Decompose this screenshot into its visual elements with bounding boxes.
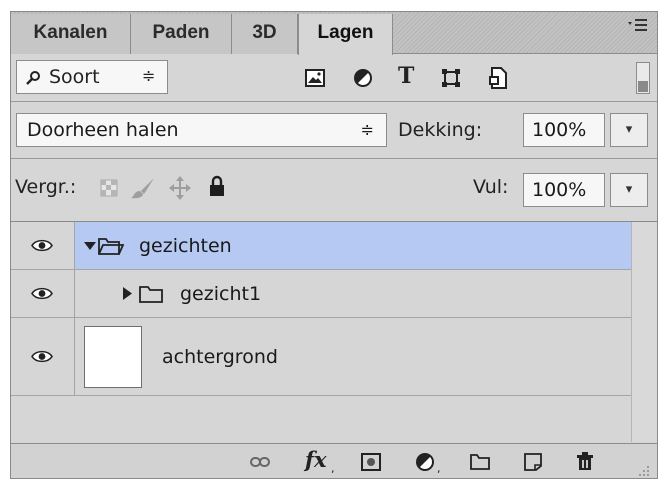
layer-name: gezichten — [139, 235, 232, 257]
type-filter-icon[interactable]: T — [398, 63, 414, 89]
link-layers-icon[interactable] — [250, 456, 270, 468]
layer-content: achtergrond — [75, 318, 631, 395]
adjustment-dropdown-dot: , — [437, 462, 441, 475]
blend-mode-value: Doorheen halen — [27, 119, 179, 141]
eye-icon — [31, 239, 53, 252]
collapsed-triangle-icon[interactable] — [123, 287, 132, 300]
select-arrows-icon: ≑ — [142, 66, 156, 85]
tab-paden[interactable]: Paden — [131, 14, 232, 54]
filter-toggle-switch[interactable] — [636, 62, 650, 94]
layer-name: achtergrond — [162, 346, 278, 368]
fill-dropdown-button[interactable]: ▾ — [610, 173, 648, 207]
visibility-toggle[interactable] — [11, 270, 75, 317]
lock-paint-icon[interactable] — [130, 177, 156, 199]
blend-mode-select[interactable]: Doorheen halen ≑ — [16, 113, 387, 147]
lock-label: Vergr.: — [15, 176, 77, 198]
visibility-toggle[interactable] — [11, 222, 75, 269]
layer-content: gezichten — [75, 222, 631, 269]
layer-name: gezicht1 — [180, 283, 262, 305]
fill-label: Vul: — [473, 176, 509, 198]
blend-row: Doorheen halen ≑ Dekking: 100% ▾ — [11, 102, 657, 159]
resize-grip-icon[interactable] — [639, 466, 649, 476]
filter-kind-label: Soort — [49, 66, 100, 88]
add-mask-icon[interactable] — [361, 453, 381, 471]
layers-scrollbar[interactable] — [631, 222, 657, 442]
lock-transparency-icon[interactable] — [100, 179, 118, 197]
adjustment-filter-icon[interactable] — [353, 68, 373, 88]
layer-row-achtergrond[interactable]: achtergrond — [11, 318, 631, 396]
tab-3d[interactable]: 3D — [232, 14, 298, 54]
new-layer-icon[interactable] — [524, 453, 542, 471]
search-icon — [26, 71, 40, 85]
visibility-toggle[interactable] — [11, 318, 75, 395]
adjustment-layer-icon[interactable] — [415, 452, 435, 472]
layers-panel: Kanalen Paden 3D Lagen Soort ≑ T Doorhee… — [10, 11, 658, 479]
smart-object-filter-icon[interactable] — [488, 67, 508, 89]
opacity-label: Dekking: — [398, 119, 483, 141]
fx-dropdown-dot: , — [331, 462, 335, 475]
filter-row: Soort ≑ T — [11, 54, 657, 102]
fx-icon[interactable]: fx — [305, 447, 327, 472]
panel-tab-bar: Kanalen Paden 3D Lagen — [11, 12, 657, 55]
filter-kind-select[interactable]: Soort ≑ — [16, 60, 168, 94]
lock-all-icon[interactable] — [209, 175, 225, 197]
opacity-dropdown-button[interactable]: ▾ — [610, 113, 648, 147]
lock-position-icon[interactable] — [169, 176, 191, 200]
layer-thumbnail — [84, 326, 142, 388]
layers-list: gezichten gezicht1 achtergrond — [11, 222, 631, 452]
expanded-triangle-icon[interactable] — [84, 242, 96, 251]
image-filter-icon[interactable] — [305, 69, 325, 87]
eye-icon — [31, 350, 53, 363]
open-folder-icon — [98, 238, 124, 255]
eye-icon — [31, 287, 53, 300]
tab-kanalen[interactable]: Kanalen — [11, 14, 131, 54]
shape-filter-icon[interactable] — [441, 68, 461, 88]
tab-lagen[interactable]: Lagen — [298, 14, 393, 55]
opacity-input[interactable]: 100% — [523, 113, 605, 147]
panel-menu-icon[interactable] — [627, 17, 649, 38]
fill-input[interactable]: 100% — [523, 173, 605, 207]
layers-bottom-bar: fx , , — [11, 443, 657, 478]
lock-row: Vergr.: Vul: 100% ▾ — [11, 159, 657, 222]
layer-content: gezicht1 — [75, 270, 631, 317]
layer-row-gezicht1[interactable]: gezicht1 — [11, 270, 631, 318]
select-arrows-icon: ≑ — [360, 120, 374, 139]
new-group-icon[interactable] — [470, 453, 490, 470]
folder-icon — [139, 286, 163, 303]
layer-row-gezichten[interactable]: gezichten — [11, 222, 631, 270]
delete-layer-icon[interactable] — [576, 451, 594, 471]
filter-toggle-knob — [638, 81, 648, 92]
